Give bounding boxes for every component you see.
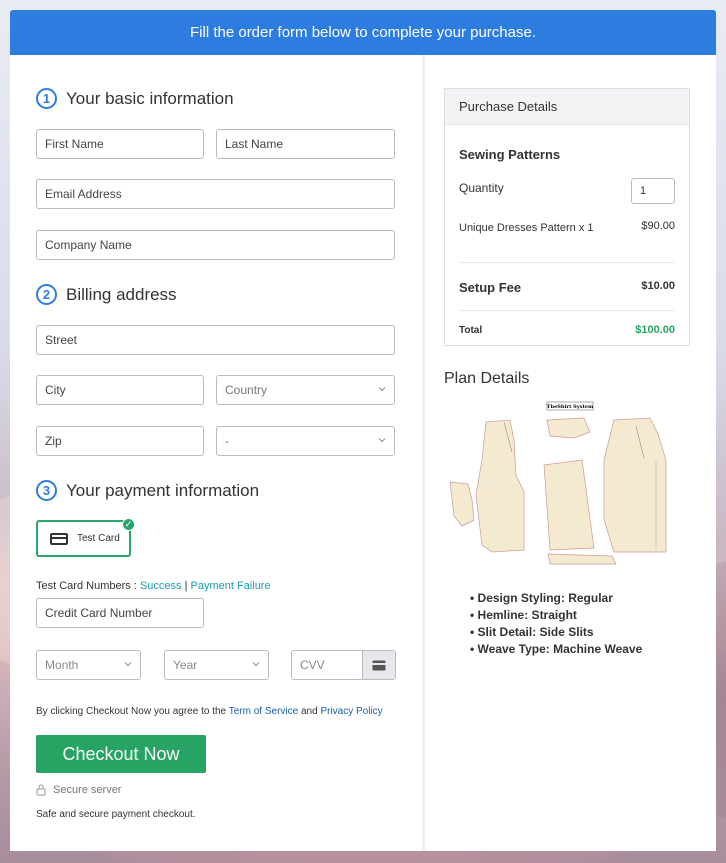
privacy-policy-link[interactable]: Privacy Policy [320, 706, 382, 717]
sewing-pattern-image: TheShirt System [444, 400, 676, 572]
terms-text: By clicking Checkout Now you agree to th… [36, 706, 383, 717]
section-payment-title: 3 Your payment information [36, 480, 259, 501]
checkout-now-button[interactable]: Checkout Now [36, 735, 206, 773]
setup-fee-price: $10.00 [641, 280, 675, 292]
step-number-1: 1 [36, 88, 57, 109]
email-field[interactable]: Email Address [36, 179, 395, 209]
test-card-label: Test Card [77, 533, 120, 544]
year-select[interactable]: Year [164, 650, 269, 680]
plan-bullet-list: Design Styling: Regular Hemline: Straigh… [470, 590, 643, 658]
country-select-value: Country [225, 383, 268, 397]
first-name-field[interactable]: First Name [36, 129, 204, 159]
safe-checkout-text: Safe and secure payment checkout. [36, 809, 196, 820]
zip-field[interactable]: Zip [36, 426, 204, 456]
cvv-card-button[interactable] [362, 651, 395, 679]
step-number-3: 3 [36, 480, 57, 501]
card-number-field[interactable]: Credit Card Number [36, 598, 204, 628]
quantity-label: Quantity [459, 181, 504, 195]
item-name: Unique Dresses Pattern x 1 [459, 222, 594, 234]
pattern-caption: TheShirt System [547, 404, 594, 410]
credit-card-icon [50, 532, 68, 545]
setup-fee-label: Setup Fee [459, 280, 522, 295]
total-price: $100.00 [635, 324, 675, 336]
test-card-option[interactable]: Test Card [36, 520, 131, 557]
chevron-down-icon [252, 662, 260, 667]
test-numbers-label: Test Card Numbers : [36, 580, 137, 592]
cvv-placeholder: CVV [300, 658, 325, 672]
section-basic-label: Your basic information [66, 88, 234, 108]
chevron-down-icon [378, 438, 386, 443]
section-payment-label: Your payment information [66, 480, 260, 500]
city-field[interactable]: City [36, 375, 204, 405]
year-select-value: Year [173, 658, 198, 672]
total-label: Total [459, 325, 483, 336]
chevron-down-icon [378, 387, 386, 392]
column-divider [422, 55, 425, 851]
section-basic-title: 1 Your basic information [36, 88, 234, 109]
month-select-value: Month [45, 658, 79, 672]
plan-bullet: Design Styling: Regular [470, 590, 642, 607]
step-number-2: 2 [36, 284, 57, 305]
product-name: Sewing Patterns [459, 147, 561, 162]
payment-failure-link[interactable]: Payment Failure [191, 580, 271, 592]
quantity-input[interactable]: 1 [631, 178, 675, 204]
last-name-field[interactable]: Last Name [216, 129, 395, 159]
plan-bullet: Hemline: Straight [470, 607, 642, 624]
lock-icon [36, 784, 46, 796]
header-banner: Fill the order form below to complete yo… [10, 10, 716, 55]
credit-card-icon [372, 660, 386, 670]
chevron-down-icon [124, 662, 132, 667]
order-form-card: 1 Your basic information First Name Last… [10, 55, 716, 851]
item-price: $90.00 [641, 220, 675, 232]
link-separator: | [184, 580, 188, 592]
divider [459, 310, 675, 311]
plan-bullet: Slit Detail: Side Slits [470, 624, 642, 641]
street-field[interactable]: Street [36, 325, 395, 355]
divider [459, 262, 675, 263]
state-select-value: - [225, 434, 229, 448]
secure-server-label: Secure server [53, 784, 122, 796]
success-link[interactable]: Success [140, 580, 182, 592]
section-billing-title: 2 Billing address [36, 284, 177, 305]
terms-and: and [300, 706, 318, 717]
checkmark-icon: ✓ [122, 518, 135, 531]
month-select[interactable]: Month [36, 650, 141, 680]
terms-prefix: By clicking Checkout Now you agree to th… [36, 706, 227, 717]
purchase-details-header: Purchase Details [445, 89, 689, 125]
state-select[interactable]: - [216, 426, 395, 456]
plan-bullet: Weave Type: Machine Weave [470, 641, 643, 658]
company-field[interactable]: Company Name [36, 230, 395, 260]
terms-of-service-link[interactable]: Term of Service [229, 706, 298, 717]
section-billing-label: Billing address [66, 284, 177, 304]
plan-details-title: Plan Details [444, 370, 530, 387]
test-card-numbers: Test Card Numbers : Success | Payment Fa… [36, 580, 271, 592]
country-select[interactable]: Country [216, 375, 395, 405]
secure-server: Secure server [36, 784, 121, 796]
purchase-details-box: Purchase Details Sewing Patterns Quantit… [444, 88, 690, 346]
